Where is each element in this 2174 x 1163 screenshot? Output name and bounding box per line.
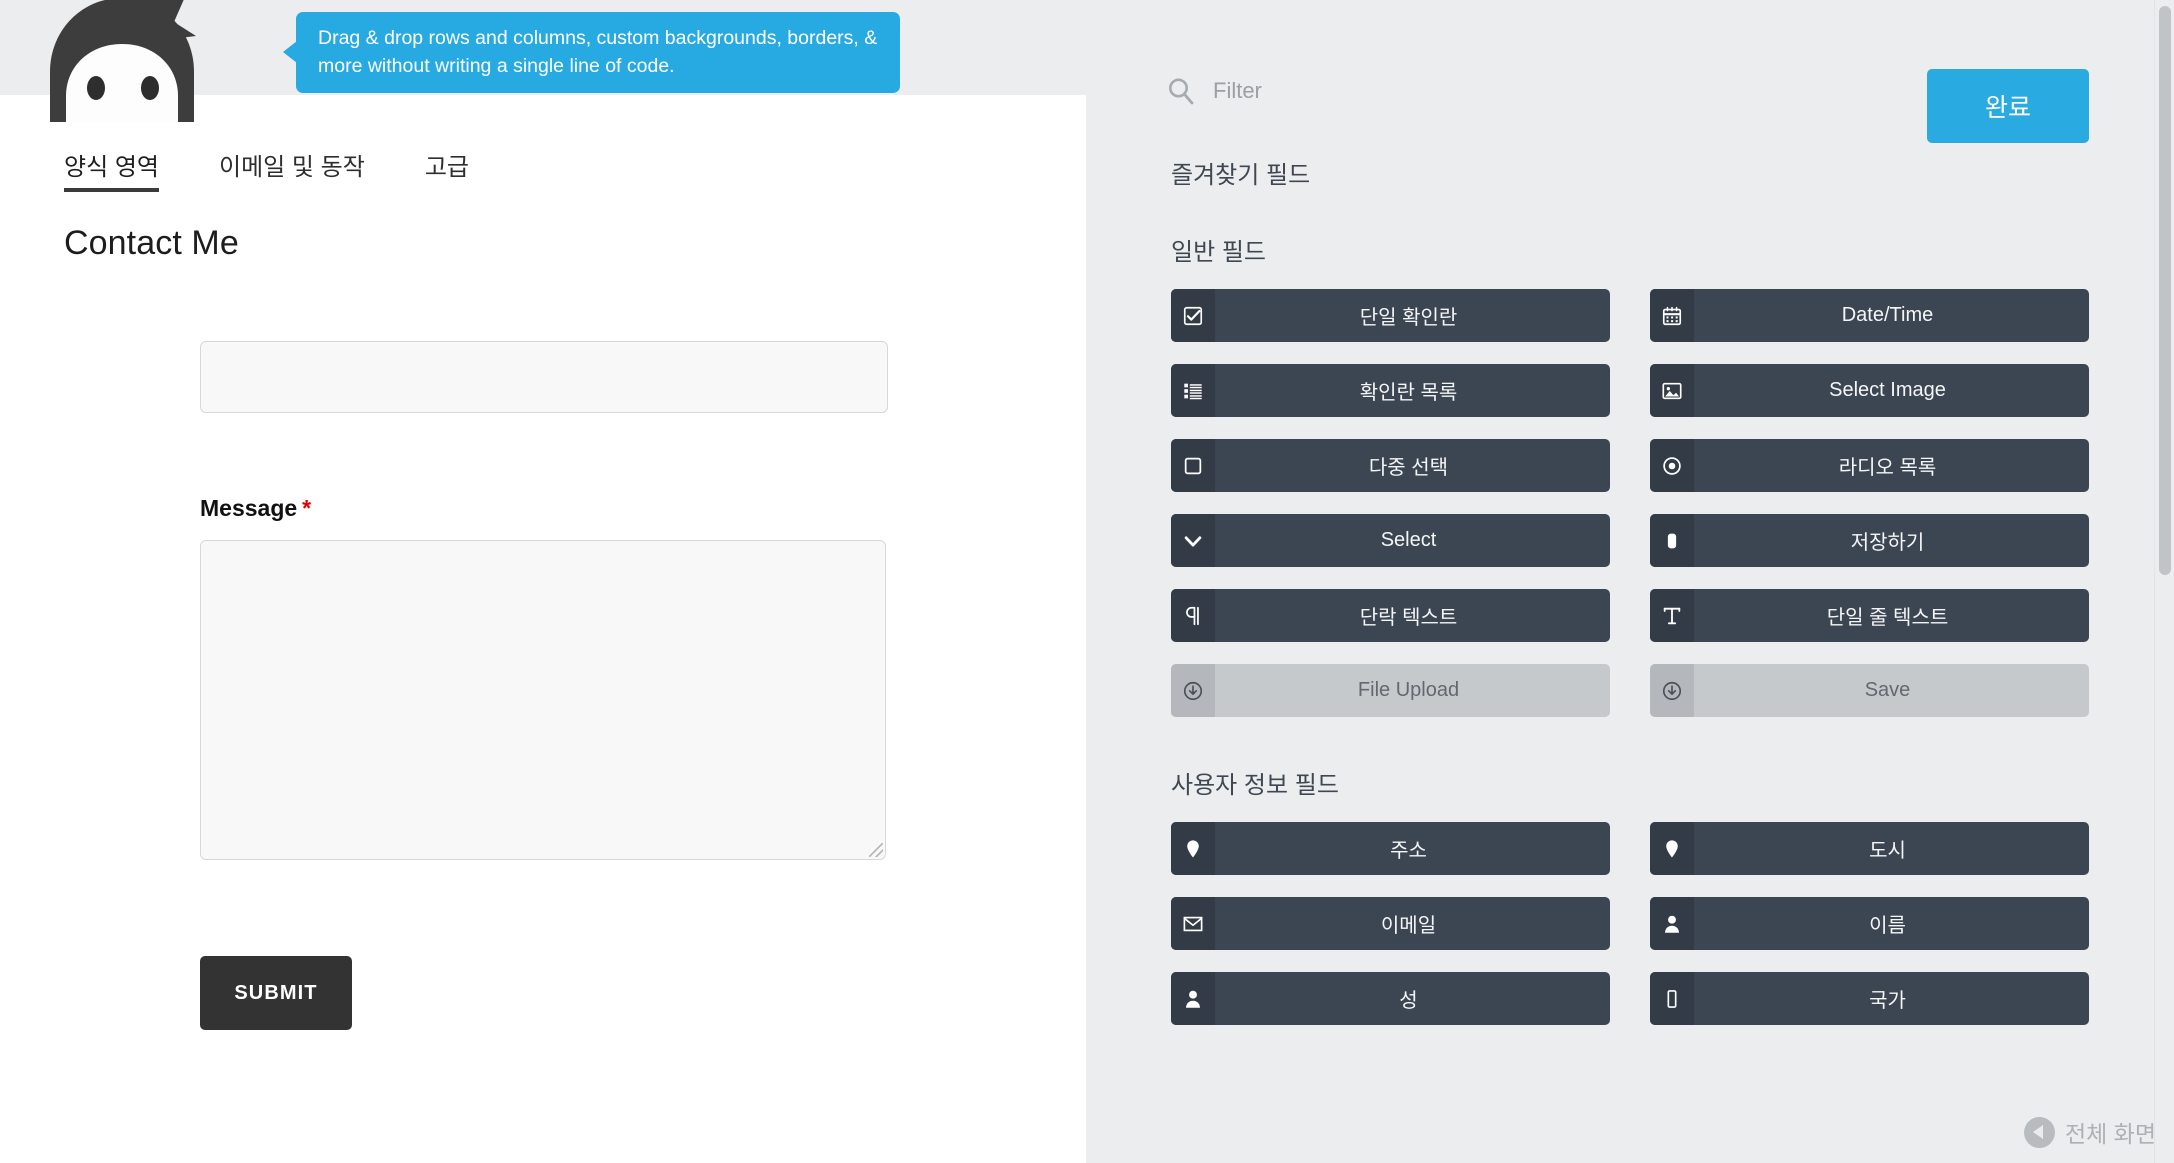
field-chip[interactable]: 단일 줄 텍스트 — [1650, 589, 2089, 642]
search-icon — [1169, 78, 1194, 105]
message-field-textarea[interactable] — [200, 540, 886, 860]
map-pin-icon — [1171, 822, 1215, 875]
filter-row — [1166, 76, 1533, 106]
field-chip-label: 확인란 목록 — [1359, 382, 1458, 404]
section-heading-favorites: 즐겨찾기 필드 — [1171, 162, 1311, 189]
form-preview-panel: 양식 영역 이메일 및 동작 고급 Contact Me Message * SU… — [0, 95, 1086, 1163]
message-label-text: Message — [200, 495, 298, 521]
ninja-logo — [50, 0, 196, 122]
text-cursor-icon — [1650, 589, 1694, 642]
paragraph-icon — [1171, 589, 1215, 642]
field-chip[interactable]: 다중 선택 — [1171, 439, 1610, 492]
field-chip-label: 국가 — [1869, 990, 1906, 1012]
field-chip-label: Select Image — [1829, 379, 1946, 401]
palette-scrollbar-thumb[interactable] — [2159, 6, 2171, 575]
radio-icon — [1650, 439, 1694, 492]
field-chip[interactable]: 라디오 목록 — [1650, 439, 2089, 492]
field-chip-label: Save — [1864, 679, 1911, 701]
field-chip[interactable]: 단락 텍스트 — [1171, 589, 1610, 642]
filter-input[interactable] — [1213, 78, 1533, 104]
field-chip[interactable]: 성 — [1171, 972, 1610, 1025]
name-field-input[interactable] — [200, 341, 888, 413]
download-circle-icon — [1171, 664, 1215, 717]
field-chip: File Upload — [1171, 664, 1610, 717]
field-chip-label: Select — [1380, 529, 1437, 551]
field-chip-label: 이메일 — [1380, 915, 1437, 937]
field-chip[interactable]: 도시 — [1650, 822, 2089, 875]
palette-scrollbar[interactable] — [2154, 0, 2174, 1163]
field-chip[interactable]: Select — [1171, 514, 1610, 567]
submit-button[interactable]: SUBMIT — [200, 956, 352, 1030]
userinfo-fields-grid: 주소 도시이메일 이름성 국가 — [1171, 822, 2089, 1025]
tab-form-fields[interactable]: 양식 영역 — [64, 147, 195, 192]
field-chip[interactable]: 저장하기 — [1650, 514, 2089, 567]
general-fields-grid: 단일 확인란 Date/Time 확인란 목록 Select Image 다중 선택 라디… — [1171, 289, 2089, 717]
chevron-down-icon — [1171, 514, 1215, 567]
tab-emails-actions-label: 이메일 및 동작 — [219, 154, 365, 181]
map-pin-icon — [1650, 822, 1694, 875]
form-title: Contact Me — [64, 224, 239, 262]
section-heading-general: 일반 필드 — [1171, 239, 1266, 266]
field-chip-label: Date/Time — [1841, 304, 1934, 326]
download-circle-icon — [1650, 664, 1694, 717]
image-icon — [1650, 364, 1694, 417]
field-chip[interactable]: Select Image — [1650, 364, 2089, 417]
tooltip-arrow — [283, 41, 297, 63]
field-chip-label: 도시 — [1869, 840, 1906, 862]
field-chip-label: 다중 선택 — [1368, 457, 1449, 479]
user-icon — [1171, 972, 1215, 1025]
list-icon — [1171, 364, 1215, 417]
palette-body: 즐겨찾기 필드 일반 필드 단일 확인란 Date/Time 확인란 목록 Selec… — [1086, 155, 2174, 1025]
field-chip: Save — [1650, 664, 2089, 717]
section-heading-userinfo: 사용자 정보 필드 — [1171, 772, 1339, 799]
field-palette-panel: 완료 즐겨찾기 필드 일반 필드 단일 확인란 Date/Time 확인란 목록 Se… — [1086, 0, 2174, 1163]
field-chip[interactable]: 국가 — [1650, 972, 2089, 1025]
field-chip-label: 주소 — [1390, 840, 1427, 862]
field-chip-label: 라디오 목록 — [1838, 457, 1937, 479]
square-icon — [1171, 439, 1215, 492]
user-icon — [1650, 897, 1694, 950]
envelope-icon — [1171, 897, 1215, 950]
field-chip[interactable]: 단일 확인란 — [1171, 289, 1610, 342]
rounded-square-icon — [1650, 514, 1694, 567]
drag-drop-tooltip: Drag & drop rows and columns, custom bac… — [283, 12, 900, 94]
calendar-icon — [1650, 289, 1694, 342]
rect-icon — [1650, 972, 1694, 1025]
palette-header: 완료 — [1086, 0, 2174, 155]
checkbox-checked-icon — [1171, 289, 1215, 342]
field-chip-label: 저장하기 — [1850, 532, 1925, 554]
field-chip[interactable]: 주소 — [1171, 822, 1610, 875]
tab-form-fields-label: 양식 영역 — [64, 154, 159, 181]
required-asterisk: * — [302, 495, 312, 521]
textarea-resize-handle[interactable] — [869, 843, 883, 857]
message-field-label: Message * — [200, 495, 1086, 522]
field-chip[interactable]: 확인란 목록 — [1171, 364, 1610, 417]
field-chip[interactable]: 이름 — [1650, 897, 2089, 950]
tab-advanced-label: 고급 — [424, 154, 469, 181]
field-chip-label: File Upload — [1357, 679, 1460, 701]
field-chip-label: 단일 줄 텍스트 — [1826, 607, 1949, 629]
done-button[interactable]: 완료 — [1927, 69, 2089, 143]
field-chip[interactable]: 이메일 — [1171, 897, 1610, 950]
tooltip-text: Drag & drop rows and columns, custom bac… — [318, 27, 878, 77]
field-chip-label: 성 — [1399, 990, 1418, 1012]
field-chip-label: 이름 — [1869, 915, 1906, 937]
field-chip[interactable]: Date/Time — [1650, 289, 2089, 342]
tab-emails-actions[interactable]: 이메일 및 동작 — [219, 147, 401, 192]
tab-advanced[interactable]: 고급 — [425, 147, 505, 192]
field-chip-label: 단락 텍스트 — [1359, 607, 1458, 629]
field-chip-label: 단일 확인란 — [1359, 307, 1458, 329]
